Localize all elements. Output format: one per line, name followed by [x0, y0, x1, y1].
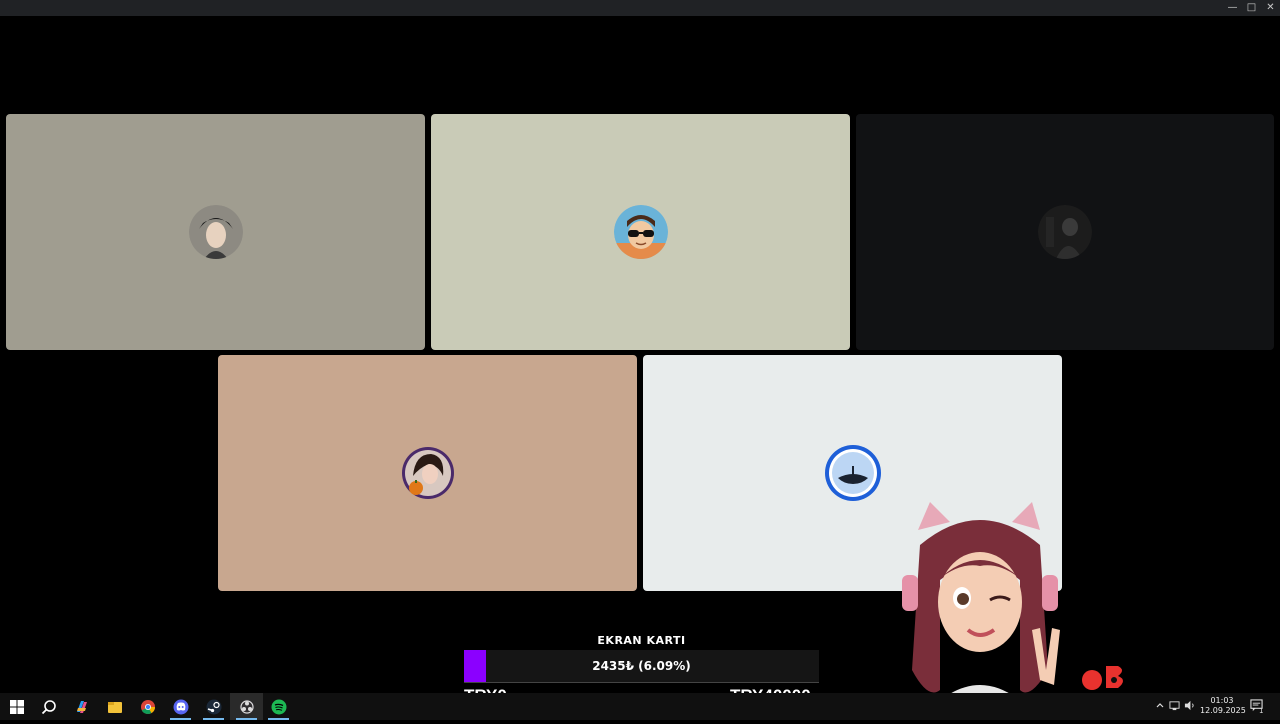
participant-tile-3[interactable] [856, 114, 1274, 350]
clock-time: 01:03 [1210, 696, 1234, 705]
dark-figure-avatar-icon [1038, 205, 1092, 259]
discord-icon[interactable] [164, 693, 197, 720]
sunglasses-boy-avatar-icon [613, 205, 668, 259]
maximize-button[interactable]: □ [1242, 0, 1261, 16]
chevron-up-icon[interactable] [1154, 700, 1166, 713]
window-controls: — □ ✕ [1223, 0, 1280, 16]
windows-start-icon[interactable] [0, 693, 33, 720]
spotify-icon[interactable] [262, 693, 295, 720]
participant-tile-2[interactable] [431, 114, 850, 350]
goal-amount: 2435₺ (6.09%) [592, 659, 691, 673]
obs-icon[interactable] [230, 693, 263, 720]
file-explorer-icon[interactable] [98, 693, 131, 720]
participant-tile-1[interactable] [6, 114, 425, 350]
cat-ear-girl-character-icon [880, 500, 1080, 720]
woman-pumpkin-avatar-icon [401, 446, 455, 500]
notification-button[interactable]: 1 [1250, 693, 1268, 720]
taskbar: 1 [0, 693, 1280, 720]
minimize-button[interactable]: — [1223, 0, 1242, 16]
copilot-icon[interactable] [65, 693, 98, 720]
participant-tile-4[interactable] [218, 355, 637, 591]
notification-count: 1 [1259, 706, 1264, 715]
taskbar-clock[interactable]: 01:03 12.09.2025 [1200, 696, 1246, 716]
search-icon[interactable] [32, 693, 65, 720]
volume-icon[interactable] [1182, 700, 1196, 714]
brand-logo-icon [1080, 662, 1128, 692]
goal-progress-bar: 2435₺ (6.09%) [464, 650, 819, 683]
close-button[interactable]: ✕ [1261, 0, 1280, 16]
steam-icon[interactable] [197, 693, 230, 720]
blue-orb-avatar-icon [824, 444, 882, 502]
system-tray [1154, 693, 1196, 720]
goal-title: EKRAN KARTI [597, 634, 686, 647]
anime-man-avatar-icon [188, 205, 243, 259]
clock-date: 12.09.2025 [1200, 706, 1246, 715]
network-icon[interactable] [1166, 700, 1182, 714]
window-titlebar: — □ ✕ [0, 0, 1280, 16]
chrome-icon[interactable] [131, 693, 164, 720]
notification-icon: 1 [1250, 698, 1268, 715]
